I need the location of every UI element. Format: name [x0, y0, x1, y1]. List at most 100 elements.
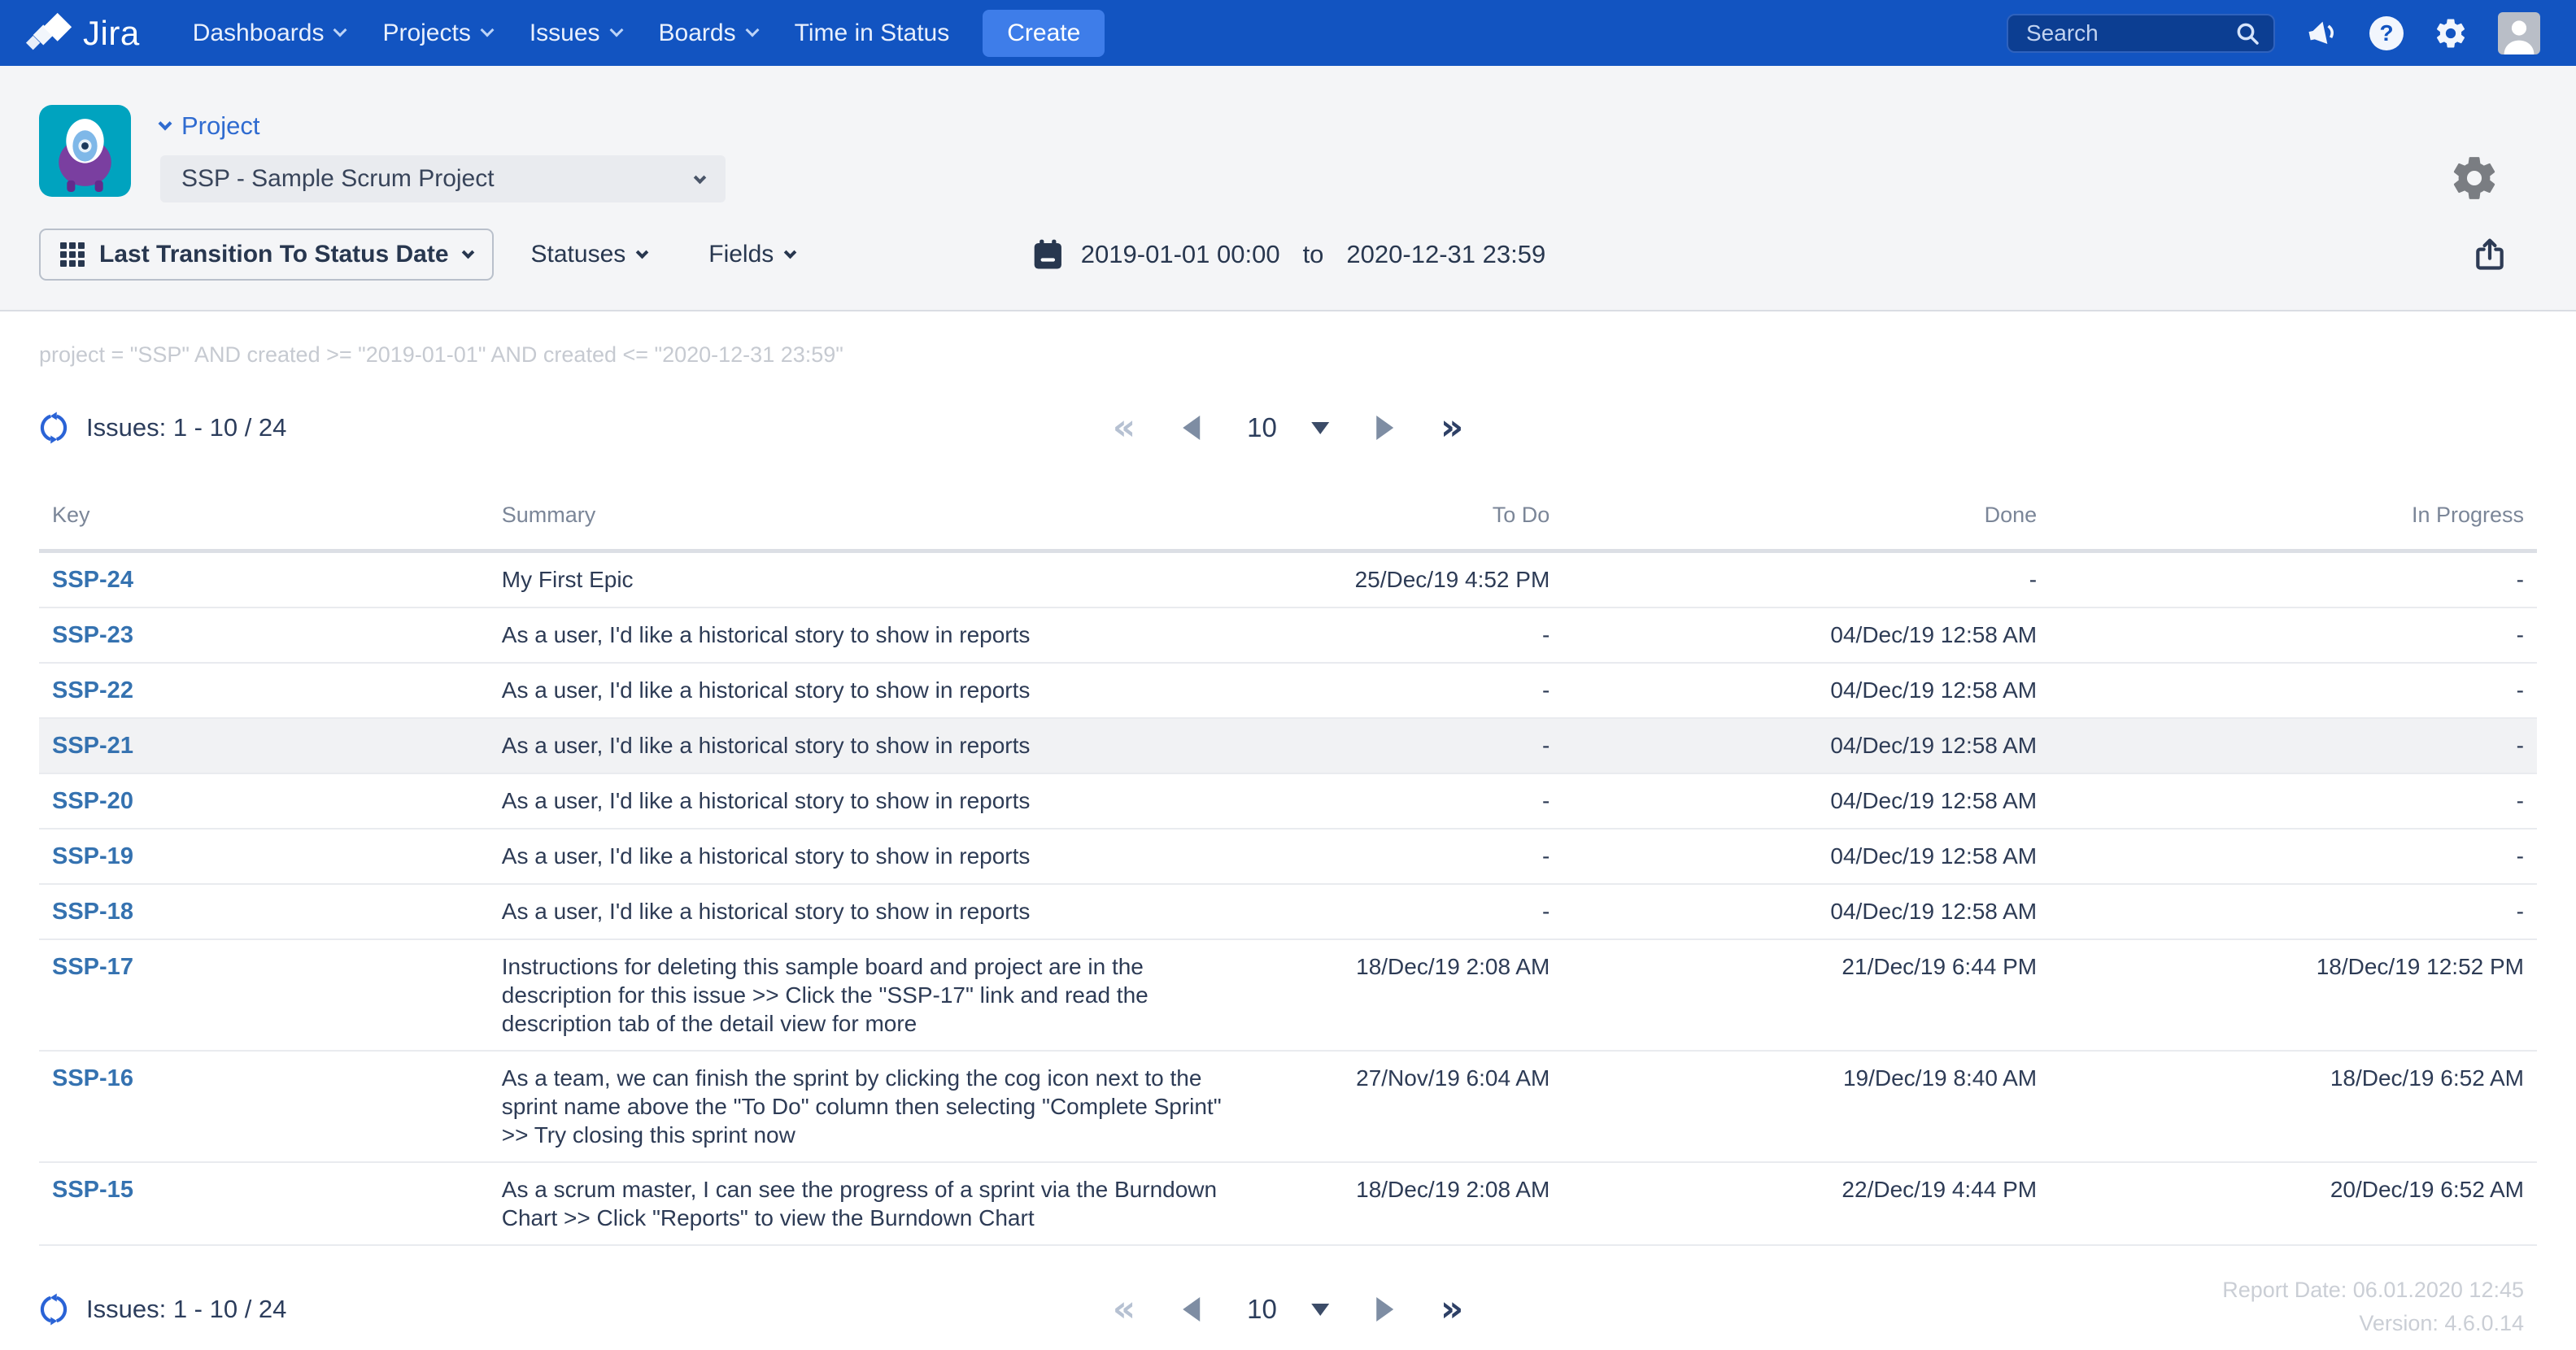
issue-key-link[interactable]: SSP-18 [52, 899, 133, 925]
chevron-down-icon [333, 23, 347, 37]
next-page-button[interactable] [1376, 416, 1393, 440]
table-row[interactable]: SSP-22 As a user, I'd like a historical … [39, 663, 2537, 718]
refresh-icon[interactable] [39, 411, 68, 445]
column-header-done[interactable]: Done [1563, 486, 2050, 551]
search-box[interactable] [2007, 14, 2275, 53]
todo-date: 18/Dec/19 2:08 AM [1238, 1162, 1563, 1245]
table-row[interactable]: SSP-17 Instructions for deleting this sa… [39, 939, 2537, 1051]
table-row[interactable]: SSP-24 My First Epic 25/Dec/19 4:52 PM -… [39, 551, 2537, 608]
user-avatar[interactable] [2498, 12, 2540, 54]
issue-key-link[interactable]: SSP-21 [52, 733, 133, 759]
inprogress-date: - [2050, 829, 2537, 884]
search-icon [2234, 20, 2260, 46]
todo-date: 25/Dec/19 4:52 PM [1238, 551, 1563, 608]
chevron-down-icon [784, 246, 797, 259]
grid-icon [60, 242, 85, 267]
done-date: 22/Dec/19 4:44 PM [1563, 1162, 2050, 1245]
last-page-button[interactable]: » [1441, 410, 1463, 446]
project-label: Project [181, 111, 259, 141]
table-row[interactable]: SSP-21 As a user, I'd like a historical … [39, 718, 2537, 773]
project-avatar [39, 105, 131, 202]
prev-page-button[interactable] [1183, 1297, 1200, 1322]
nav-item-dashboards[interactable]: Dashboards [174, 20, 364, 47]
page-size-value: 10 [1247, 1294, 1277, 1325]
nav-item-projects[interactable]: Projects [364, 20, 510, 47]
project-dropdown-toggle[interactable]: Project [160, 111, 726, 141]
inprogress-date: - [2050, 551, 2537, 608]
first-page-button[interactable]: « [1113, 410, 1135, 446]
issue-summary: As a user, I'd like a historical story t… [502, 897, 1225, 925]
create-button[interactable]: Create [983, 10, 1105, 57]
date-range-picker[interactable]: 2019-01-01 00:00 to 2020-12-31 23:59 [1031, 237, 1545, 272]
done-date: 04/Dec/19 12:58 AM [1563, 884, 2050, 939]
help-icon[interactable]: ? [2369, 16, 2404, 50]
issue-key-link[interactable]: SSP-19 [52, 843, 133, 869]
refresh-icon[interactable] [39, 1292, 68, 1326]
report-version: Version: 4.6.0.14 [2222, 1307, 2524, 1340]
issue-summary: As a scrum master, I can see the progres… [502, 1175, 1225, 1232]
gear-icon[interactable] [2434, 16, 2468, 50]
inprogress-date: 18/Dec/19 6:52 AM [2050, 1051, 2537, 1162]
issue-key-link[interactable]: SSP-24 [52, 567, 133, 593]
chevron-down-icon [694, 171, 707, 184]
prev-page-button[interactable] [1183, 416, 1200, 440]
table-row[interactable]: SSP-20 As a user, I'd like a historical … [39, 773, 2537, 829]
table-row[interactable]: SSP-16 As a team, we can finish the spri… [39, 1051, 2537, 1162]
next-page-button[interactable] [1376, 1297, 1393, 1322]
todo-date: - [1238, 608, 1563, 663]
todo-date: - [1238, 884, 1563, 939]
project-select[interactable]: SSP - Sample Scrum Project [160, 155, 726, 202]
jira-logo[interactable]: Jira [24, 8, 140, 59]
nav-item-issues[interactable]: Issues [511, 20, 640, 47]
issue-key-link[interactable]: SSP-15 [52, 1177, 133, 1203]
done-date: - [1563, 551, 2050, 608]
inprogress-date: - [2050, 718, 2537, 773]
nav-item-time-in-status[interactable]: Time in Status [776, 20, 969, 47]
fields-dropdown[interactable]: Fields [708, 241, 795, 268]
todo-date: - [1238, 718, 1563, 773]
done-date: 04/Dec/19 12:58 AM [1563, 718, 2050, 773]
column-header-summary[interactable]: Summary [489, 486, 1238, 551]
statuses-dropdown[interactable]: Statuses [531, 241, 647, 268]
page-size-select[interactable]: 10 [1247, 412, 1329, 443]
jira-logo-icon [24, 8, 75, 59]
table-row[interactable]: SSP-19 As a user, I'd like a historical … [39, 829, 2537, 884]
table-row[interactable]: SSP-23 As a user, I'd like a historical … [39, 608, 2537, 663]
announcement-icon[interactable] [2305, 16, 2339, 50]
nav-item-boards[interactable]: Boards [640, 20, 776, 47]
issue-key-link[interactable]: SSP-20 [52, 788, 133, 814]
report-header: Project SSP - Sample Scrum Project Last … [0, 66, 2576, 311]
issue-key-link[interactable]: SSP-16 [52, 1065, 133, 1091]
top-toolbar: Issues: 1 - 10 / 24 « 10 » [39, 402, 2537, 454]
column-header-inprogress[interactable]: In Progress [2050, 486, 2537, 551]
issue-key-link[interactable]: SSP-23 [52, 622, 133, 648]
report-settings-gear-icon[interactable] [2449, 153, 2500, 203]
last-page-button[interactable]: » [1441, 1291, 1463, 1327]
page-size-select[interactable]: 10 [1247, 1294, 1329, 1325]
chevron-down-icon [609, 23, 623, 37]
export-button[interactable] [2472, 237, 2508, 272]
page-size-dropdown-icon [1311, 422, 1329, 434]
main-menu: Dashboards Projects Issues Boards Time i… [174, 20, 969, 47]
column-header-todo[interactable]: To Do [1238, 486, 1563, 551]
date-to: 2020-12-31 23:59 [1346, 240, 1545, 269]
todo-date: 27/Nov/19 6:04 AM [1238, 1051, 1563, 1162]
inprogress-date: 18/Dec/19 12:52 PM [2050, 939, 2537, 1051]
issue-summary: As a user, I'd like a historical story t… [502, 786, 1225, 815]
chevron-down-icon [745, 23, 759, 37]
report-type-dropdown[interactable]: Last Transition To Status Date [39, 229, 494, 281]
page-size-value: 10 [1247, 412, 1277, 443]
date-separator: to [1297, 240, 1331, 269]
table-row[interactable]: SSP-15 As a scrum master, I can see the … [39, 1162, 2537, 1245]
todo-date: 18/Dec/19 2:08 AM [1238, 939, 1563, 1051]
issue-key-link[interactable]: SSP-17 [52, 954, 133, 980]
pagination-bottom: « 10 » [1113, 1291, 1464, 1327]
first-page-button[interactable]: « [1113, 1291, 1135, 1327]
column-header-key[interactable]: Key [39, 486, 489, 551]
table-row[interactable]: SSP-18 As a user, I'd like a historical … [39, 884, 2537, 939]
report-info: Report Date: 06.01.2020 12:45 Version: 4… [2222, 1274, 2524, 1340]
issue-key-link[interactable]: SSP-22 [52, 677, 133, 703]
report-date: Report Date: 06.01.2020 12:45 [2222, 1274, 2524, 1307]
search-input[interactable] [2025, 20, 2234, 47]
todo-date: - [1238, 773, 1563, 829]
